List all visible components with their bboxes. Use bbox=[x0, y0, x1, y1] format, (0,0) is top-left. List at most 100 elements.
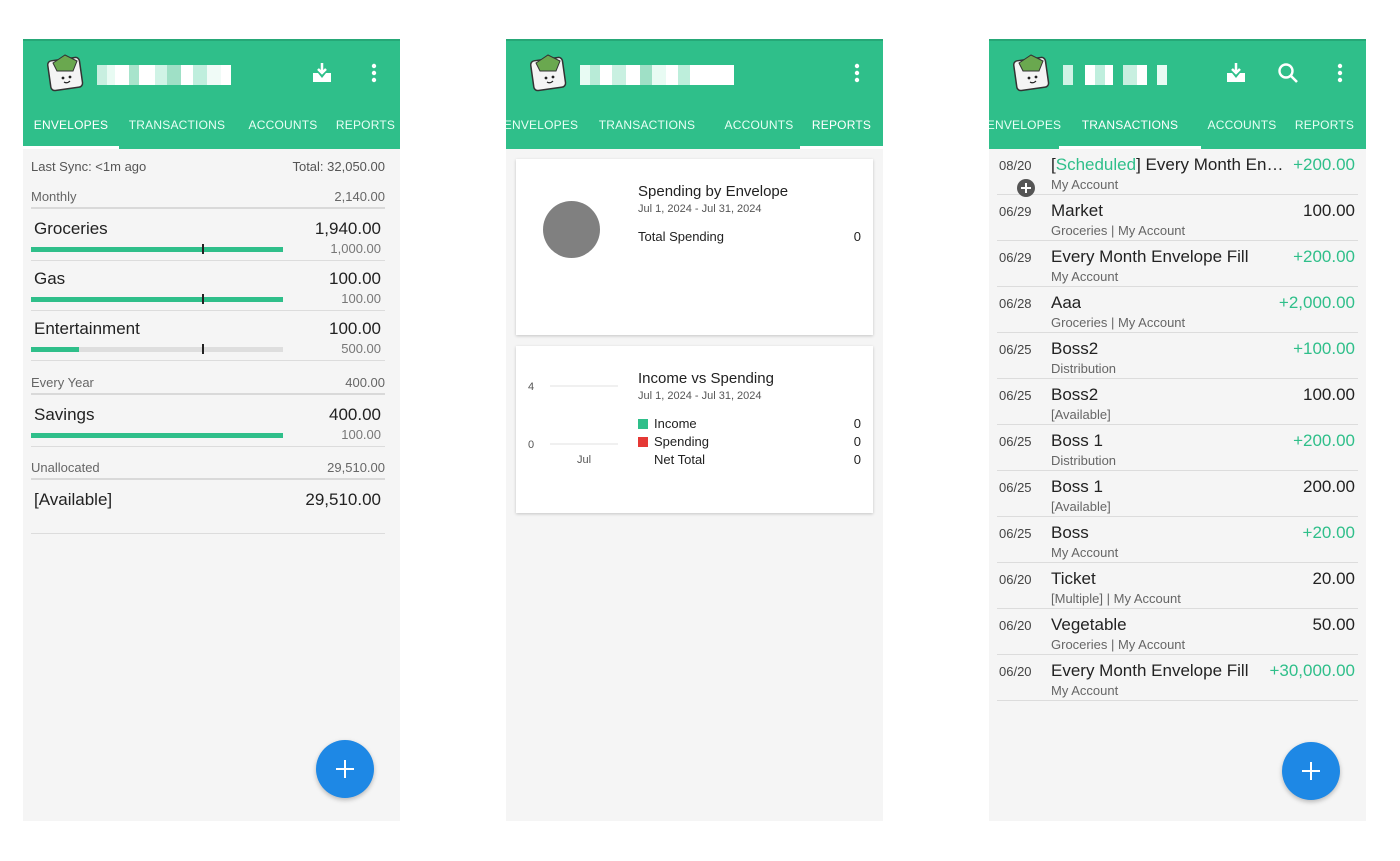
transaction-row[interactable]: 06/29 Market Groceries | My Account 100.… bbox=[997, 195, 1358, 241]
transaction-row[interactable]: 06/25 Boss My Account +20.00 bbox=[997, 517, 1358, 563]
envelope-money-icon[interactable] bbox=[43, 51, 87, 95]
txn-amount: +200.00 bbox=[1293, 155, 1355, 174]
envelope-target: 500.00 bbox=[341, 341, 381, 356]
reports-screen: ENVELOPES TRANSACTIONS ACCOUNTS REPORTS … bbox=[506, 39, 883, 821]
txn-date: 06/29 bbox=[999, 250, 1032, 265]
txn-subtitle: My Account bbox=[1051, 545, 1119, 560]
app-bar-actions bbox=[1222, 59, 1354, 87]
txn-payee: Market bbox=[1051, 201, 1103, 220]
envelope-target: 100.00 bbox=[341, 427, 381, 442]
tab-reports[interactable]: REPORTS bbox=[1283, 101, 1366, 149]
transaction-row[interactable]: 06/20 Every Month Envelope Fill My Accou… bbox=[997, 655, 1358, 701]
download-icon[interactable] bbox=[1222, 59, 1250, 87]
download-icon[interactable] bbox=[308, 59, 336, 87]
txn-date: 06/25 bbox=[999, 480, 1032, 495]
txn-payee: Boss 1 bbox=[1051, 431, 1103, 450]
txn-date: 06/20 bbox=[999, 664, 1032, 679]
group-amount: 400.00 bbox=[345, 374, 385, 390]
txn-subtitle: My Account bbox=[1051, 683, 1119, 698]
tab-transactions[interactable]: TRANSACTIONS bbox=[119, 101, 235, 149]
txn-date: 06/28 bbox=[999, 296, 1032, 311]
card-title: Income vs Spending bbox=[638, 370, 774, 387]
txn-amount: +200.00 bbox=[1293, 247, 1355, 266]
envelope-balance: 29,510.00 bbox=[305, 490, 381, 509]
account-title-redacted bbox=[97, 65, 231, 85]
txn-subtitle: Distribution bbox=[1051, 453, 1117, 468]
txn-subtitle: My Account bbox=[1051, 269, 1119, 284]
card-date-range: Jul 1, 2024 - Jul 31, 2024 bbox=[638, 203, 762, 215]
more-vert-icon[interactable] bbox=[843, 59, 871, 87]
transaction-row[interactable]: 06/25 Boss2 [Available] 100.00 bbox=[997, 379, 1358, 425]
envelope-progress-bar bbox=[31, 244, 283, 254]
txn-date: 06/25 bbox=[999, 526, 1032, 541]
transaction-row[interactable]: 06/25 Boss 1 [Available] 200.00 bbox=[997, 471, 1358, 517]
transaction-row[interactable]: 06/20 Ticket [Multiple] | My Account 20.… bbox=[997, 563, 1358, 609]
envelope-money-icon[interactable] bbox=[526, 51, 570, 95]
income-spending-chart: 4 0 Jul bbox=[528, 381, 618, 466]
spending-pie-chart bbox=[543, 201, 600, 258]
txn-subtitle: [Multiple] | My Account bbox=[1051, 591, 1181, 606]
transaction-row[interactable]: 06/25 Boss2 Distribution +100.00 bbox=[997, 333, 1358, 379]
txn-subtitle: My Account bbox=[1051, 177, 1119, 192]
tab-accounts[interactable]: ACCOUNTS bbox=[718, 101, 800, 149]
group-header-every-year[interactable]: Every Year 400.00 bbox=[31, 371, 385, 395]
search-icon[interactable] bbox=[1274, 59, 1302, 87]
more-vert-icon[interactable] bbox=[360, 59, 388, 87]
plus-icon bbox=[1302, 762, 1320, 780]
group-name: Every Year bbox=[31, 374, 94, 390]
txn-amount: +20.00 bbox=[1302, 523, 1355, 542]
group-name: Monthly bbox=[31, 188, 77, 204]
txn-amount: 20.00 bbox=[1312, 569, 1355, 588]
income-legend-swatch bbox=[638, 419, 648, 429]
account-title-redacted bbox=[1063, 65, 1167, 85]
envelope-money-icon[interactable] bbox=[1009, 51, 1053, 95]
transaction-row[interactable]: 06/25 Boss 1 Distribution +200.00 bbox=[997, 425, 1358, 471]
group-header-monthly[interactable]: Monthly 2,140.00 bbox=[31, 185, 385, 209]
add-transaction-fab-button[interactable] bbox=[1282, 742, 1340, 800]
tab-accounts[interactable]: ACCOUNTS bbox=[1201, 101, 1283, 149]
group-header-unallocated[interactable]: Unallocated 29,510.00 bbox=[31, 456, 385, 480]
txn-amount: 100.00 bbox=[1303, 385, 1355, 404]
tab-reports[interactable]: REPORTS bbox=[800, 101, 883, 149]
progress-tick bbox=[202, 294, 205, 304]
app-bar: ENVELOPES TRANSACTIONS ACCOUNTS REPORTS bbox=[989, 39, 1366, 149]
tab-accounts[interactable]: ACCOUNTS bbox=[235, 101, 331, 149]
transaction-row[interactable]: 06/20 Vegetable Groceries | My Account 5… bbox=[997, 609, 1358, 655]
envelope-progress-bar bbox=[31, 294, 283, 304]
tab-transactions[interactable]: TRANSACTIONS bbox=[1059, 101, 1201, 149]
txn-subtitle: Groceries | My Account bbox=[1051, 637, 1186, 652]
envelope-row-available[interactable]: [Available] 29,510.00 bbox=[31, 482, 385, 534]
envelope-row-gas[interactable]: Gas 100.00 100.00 bbox=[31, 261, 385, 311]
tab-envelopes[interactable]: ENVELOPES bbox=[506, 101, 578, 149]
income-vs-spending-card[interactable]: 4 0 Jul Income vs Spending Jul 1, 2024 -… bbox=[516, 346, 873, 513]
total-label: Total: 32,050.00 bbox=[292, 159, 385, 174]
tab-envelopes[interactable]: ENVELOPES bbox=[23, 101, 119, 149]
txn-amount: 50.00 bbox=[1312, 615, 1355, 634]
spending-legend-swatch bbox=[638, 437, 648, 447]
reports-list: Spending by Envelope Jul 1, 2024 - Jul 3… bbox=[506, 149, 883, 821]
spending-value: 0 bbox=[853, 434, 861, 449]
tab-envelopes[interactable]: ENVELOPES bbox=[989, 101, 1061, 149]
txn-payee: Boss bbox=[1051, 523, 1089, 542]
app-bar-actions bbox=[308, 59, 388, 87]
transaction-row-scheduled[interactable]: 08/20 [Scheduled] Every Month Env… My Ac… bbox=[997, 149, 1358, 197]
envelope-row-groceries[interactable]: Groceries 1,940.00 1,000.00 bbox=[31, 211, 385, 261]
scheduled-label: Scheduled bbox=[1055, 155, 1137, 174]
txn-amount: +200.00 bbox=[1293, 431, 1355, 450]
spending-by-envelope-card[interactable]: Spending by Envelope Jul 1, 2024 - Jul 3… bbox=[516, 159, 873, 335]
add-fab-button[interactable] bbox=[316, 740, 374, 798]
net-total-label: Net Total bbox=[654, 452, 706, 467]
sync-status-row: Last Sync: <1m ago Total: 32,050.00 bbox=[31, 159, 385, 174]
envelope-row-entertainment[interactable]: Entertainment 100.00 500.00 bbox=[31, 311, 385, 361]
txn-date: 06/25 bbox=[999, 388, 1032, 403]
transaction-row[interactable]: 06/29 Every Month Envelope Fill My Accou… bbox=[997, 241, 1358, 287]
app-bar: ENVELOPES TRANSACTIONS ACCOUNTS REPORTS bbox=[23, 39, 400, 149]
tab-transactions[interactable]: TRANSACTIONS bbox=[576, 101, 718, 149]
more-vert-icon[interactable] bbox=[1326, 59, 1354, 87]
envelope-row-savings[interactable]: Savings 400.00 100.00 bbox=[31, 397, 385, 447]
tab-bar: ENVELOPES TRANSACTIONS ACCOUNTS REPORTS bbox=[23, 101, 400, 149]
transaction-row[interactable]: 06/28 Aaa Groceries | My Account +2,000.… bbox=[997, 287, 1358, 333]
tab-reports[interactable]: REPORTS bbox=[331, 101, 400, 149]
group-name: Unallocated bbox=[31, 459, 100, 475]
group-amount: 2,140.00 bbox=[334, 188, 385, 204]
